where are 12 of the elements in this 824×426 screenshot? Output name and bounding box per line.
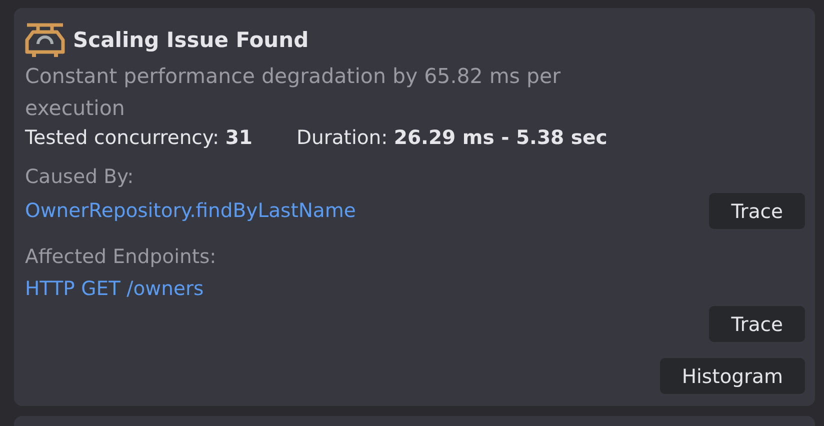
stat-text: Duration: 26.29 ms - 5.38 sec	[296, 126, 608, 149]
issue-description: Constant performance degradation by 65.82 ms per execution	[25, 63, 562, 122]
trace-button[interactable]: Trace	[709, 193, 805, 229]
histogram-button[interactable]: Histogram	[660, 358, 805, 394]
endpoint-link[interactable]: HTTP GET /owners	[25, 273, 204, 305]
scale-icon	[25, 22, 67, 58]
affected-endpoints-label: Affected Endpoints:	[25, 244, 218, 270]
issue-title: Scaling Issue Found	[73, 28, 309, 52]
stat-text: Tested concurrency: 31	[25, 126, 252, 149]
caused-by-label: Caused By:	[25, 164, 135, 190]
trace-button[interactable]: Trace	[709, 306, 805, 342]
method-link[interactable]: OwnerRepository.findByLastName	[25, 195, 356, 227]
